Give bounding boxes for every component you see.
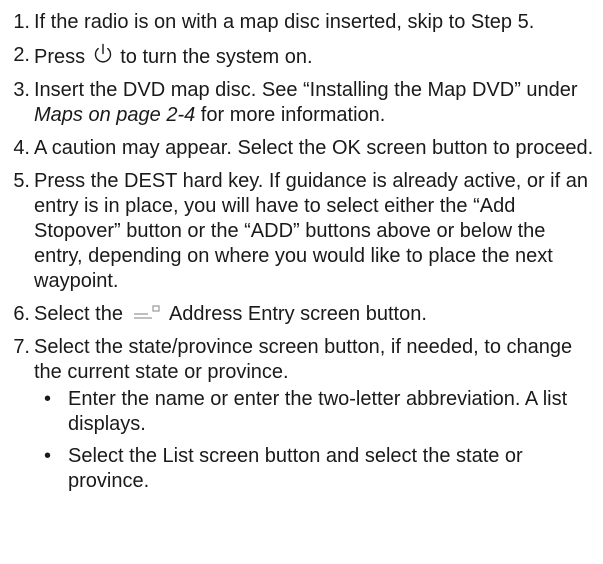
step-1: 1. If the radio is on with a map disc in… <box>0 10 603 35</box>
step-text: Select the state/province screen button,… <box>34 336 573 383</box>
bullet-text: Select the List screen button and select… <box>68 445 523 492</box>
step-text-after: to turn the system on. <box>120 46 313 68</box>
step-number: 2. <box>13 44 30 66</box>
page-reference: Maps on page 2-4 <box>34 104 196 126</box>
step-text-after: Address Entry screen button. <box>168 303 427 325</box>
step-text-after: for more information. <box>200 104 386 126</box>
power-icon <box>94 43 111 63</box>
bullet-item: • Enter the name or enter the two-letter… <box>34 387 597 437</box>
step-text: Press the DEST hard key. If guidance is … <box>34 170 588 292</box>
step-number: 6. <box>13 303 30 325</box>
step-3: 3. Insert the DVD map disc. See “Install… <box>0 78 603 128</box>
step-5: 5. Press the DEST hard key. If guidance … <box>0 169 603 294</box>
step-text: If the radio is on with a map disc inser… <box>34 11 535 33</box>
step-number: 4. <box>13 137 30 159</box>
step-text-before: Select the <box>34 303 123 325</box>
step-text: A caution may appear. Select the OK scre… <box>34 137 594 159</box>
step-number: 5. <box>13 170 30 192</box>
step-text-before: Press <box>34 46 86 68</box>
bullet-symbol: • <box>44 445 52 467</box>
step-6: 6. Select the Address Entry screen butto… <box>0 302 603 327</box>
steps-list: 1. If the radio is on with a map disc in… <box>0 10 603 494</box>
bullet-text: Enter the name or enter the two-letter a… <box>68 388 568 435</box>
step-2: 2. Press to turn the system on. <box>0 43 603 70</box>
step-number: 1. <box>13 11 30 33</box>
step-7-bullets: • Enter the name or enter the two-letter… <box>34 387 597 494</box>
bullet-symbol: • <box>44 388 52 410</box>
bullet-item: • Select the List screen button and sele… <box>34 444 597 494</box>
step-4: 4. A caution may appear. Select the OK s… <box>0 136 603 161</box>
step-number: 7. <box>13 336 30 358</box>
step-number: 3. <box>13 79 30 101</box>
step-7: 7. Select the state/province screen butt… <box>0 335 603 494</box>
instruction-page: 1. If the radio is on with a map disc in… <box>0 0 603 564</box>
address-entry-icon <box>133 305 160 319</box>
step-text-before: Insert the DVD map disc. See “Installing… <box>34 79 578 101</box>
